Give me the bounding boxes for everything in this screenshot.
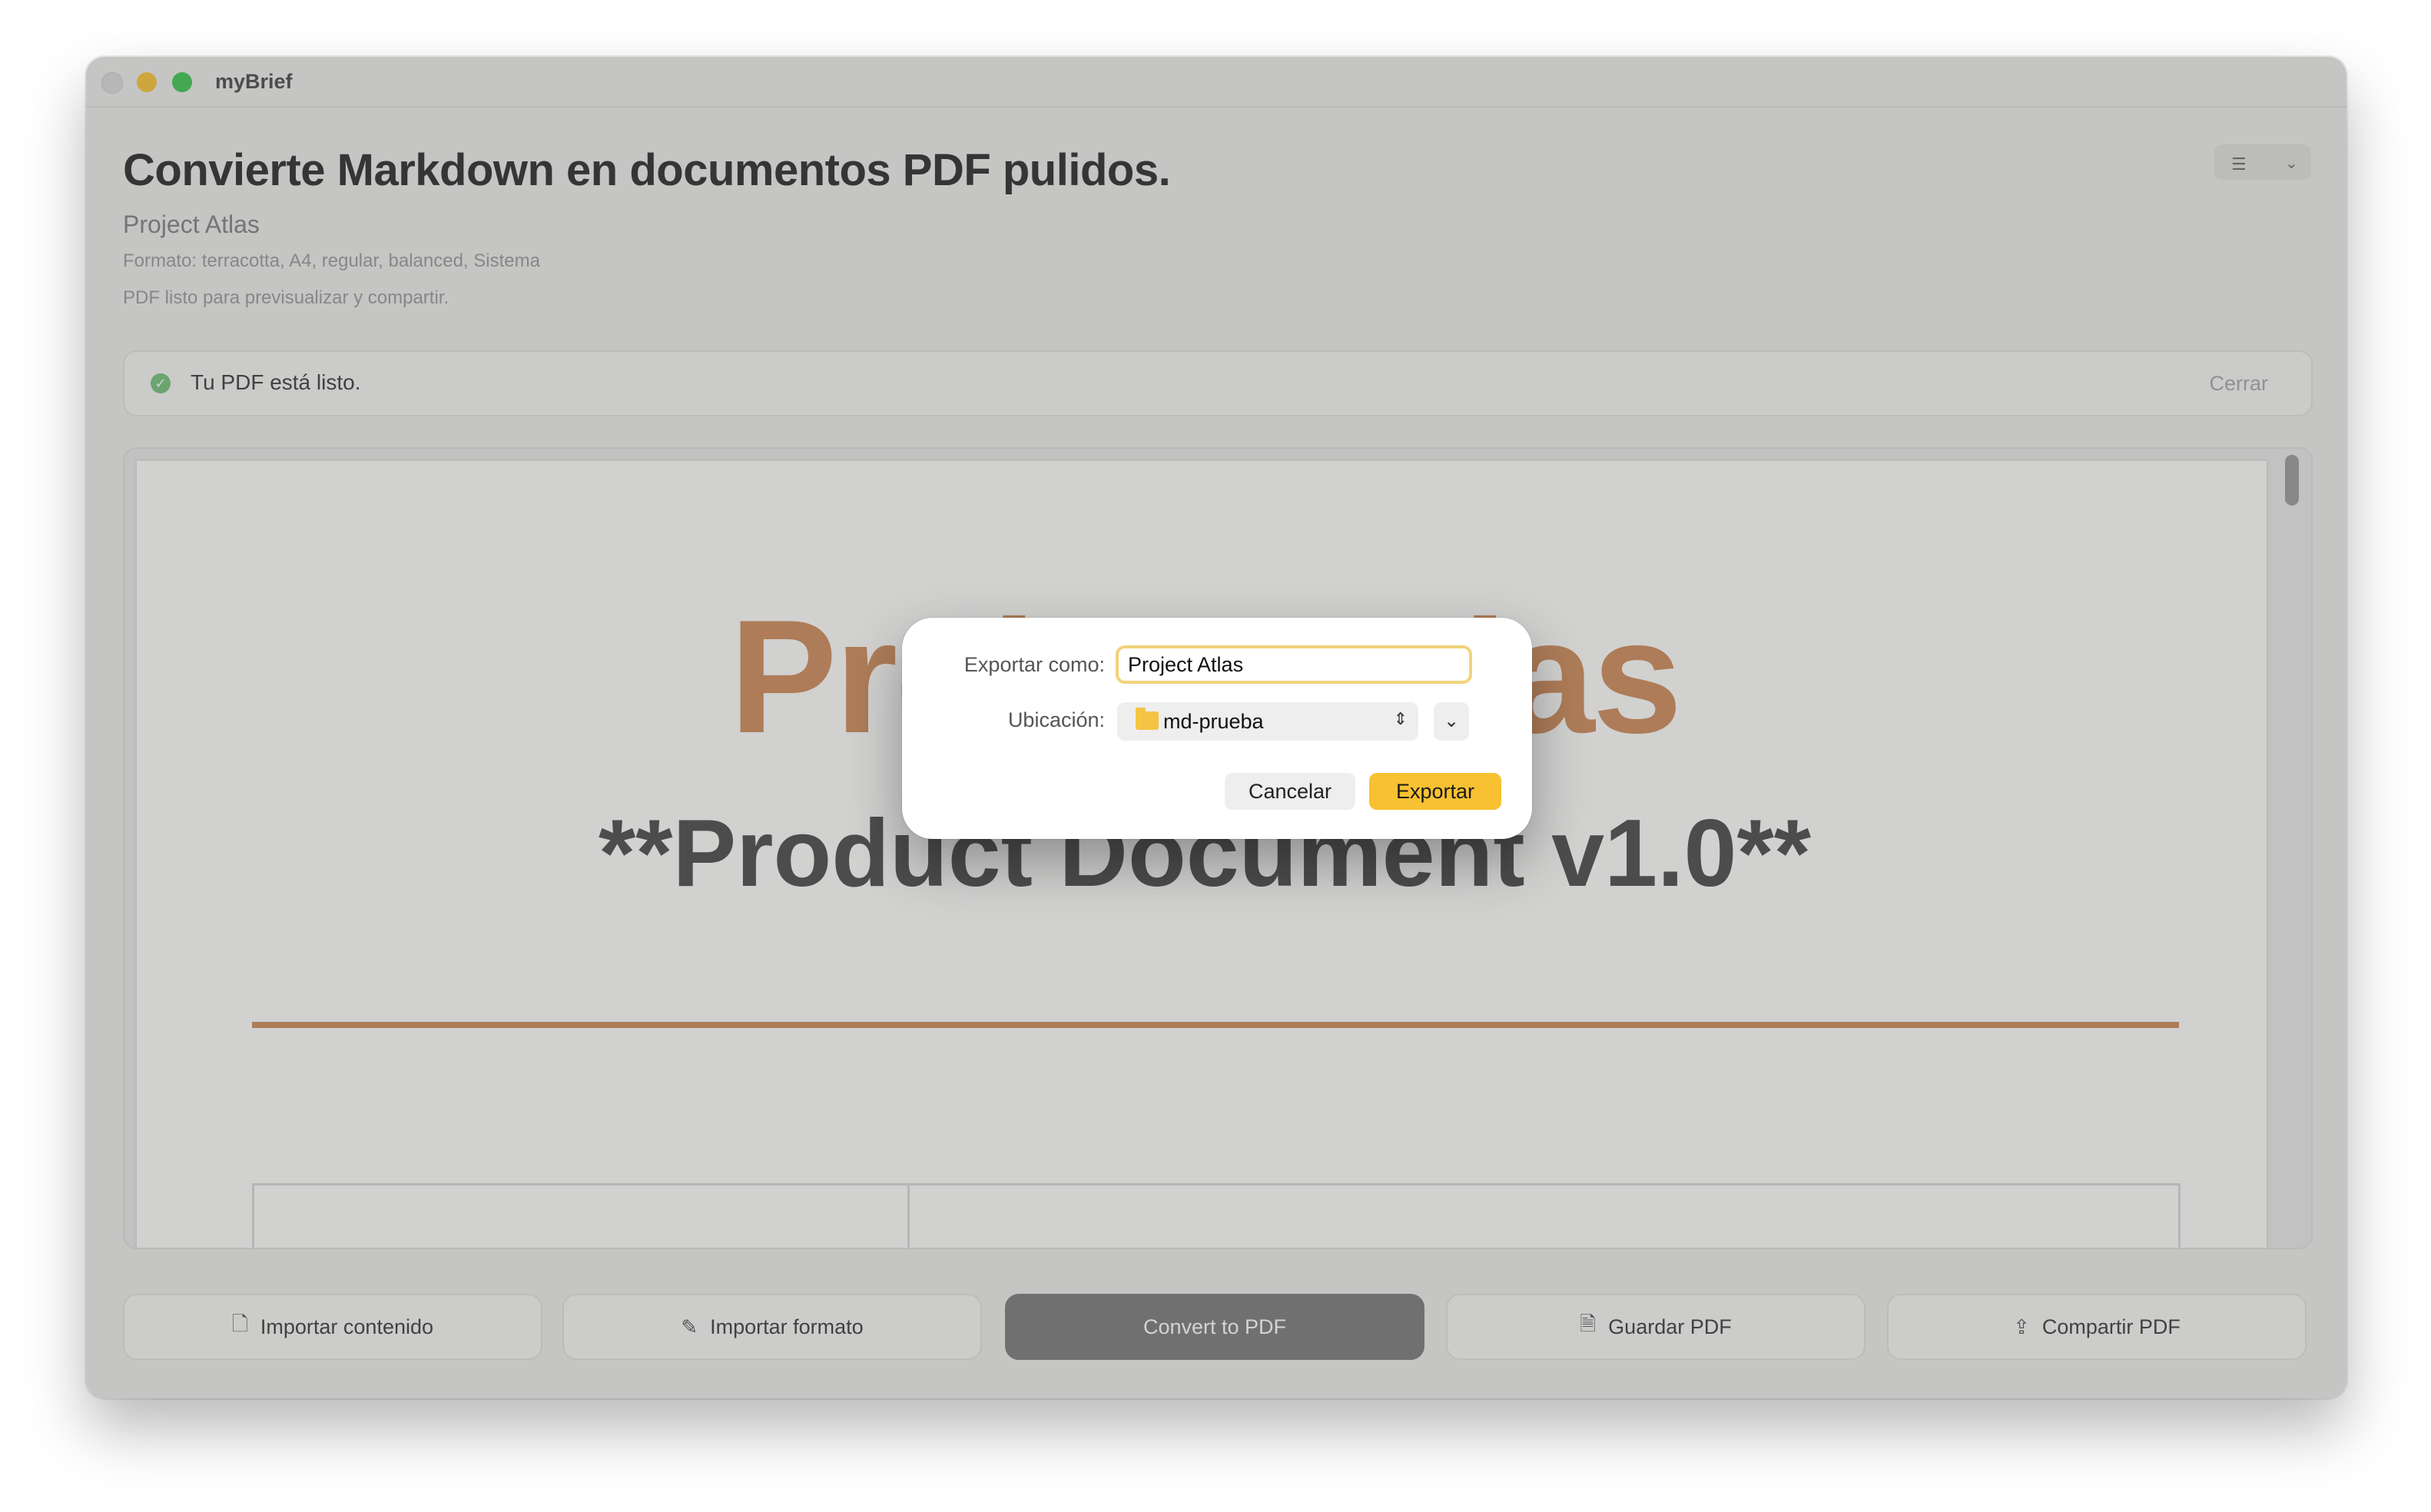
chevron-down-icon: ⌄ <box>1443 711 1460 731</box>
location-select[interactable]: md-prueba ⇕ <box>1117 702 1418 741</box>
export-dialog: Exportar como: Ubicación: md-prueba ⇕ ⌄ … <box>902 618 1532 839</box>
expand-dialog-button[interactable]: ⌄ <box>1434 702 1469 741</box>
export-filename-input[interactable] <box>1116 645 1472 684</box>
updown-chevron-icon: ⇕ <box>1393 709 1408 728</box>
folder-icon <box>1136 708 1159 730</box>
export-as-label: Exportar como: <box>963 653 1105 676</box>
location-label: Ubicación: <box>1007 708 1105 731</box>
export-button[interactable]: Exportar <box>1369 773 1501 810</box>
cancel-button[interactable]: Cancelar <box>1225 773 1355 810</box>
location-value: md-prueba <box>1163 710 1264 733</box>
